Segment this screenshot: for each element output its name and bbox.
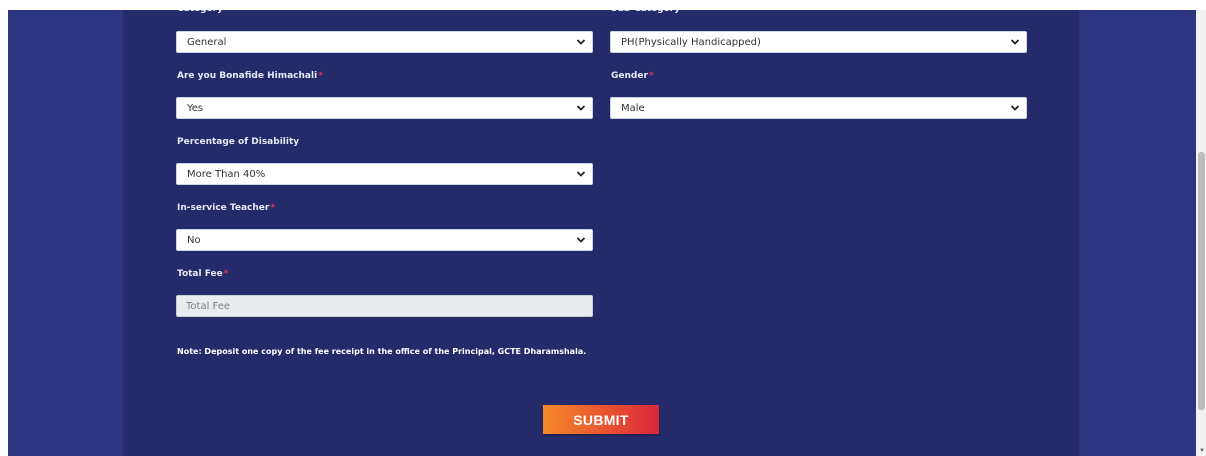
inservice-select[interactable]: No: [176, 229, 593, 251]
fee-note: Note: Deposit one copy of the fee receip…: [177, 347, 587, 356]
required-asterisk: *: [318, 71, 323, 81]
category-select[interactable]: General: [176, 31, 593, 53]
disability-label: Percentage of Disability: [177, 137, 299, 147]
disability-select[interactable]: More Than 40%: [176, 163, 593, 185]
gender-label-text: Gender: [611, 71, 648, 81]
top-viewport-edge: [0, 0, 1206, 10]
bonafide-label: Are you Bonafide Himachali*: [177, 71, 323, 81]
sub-category-select[interactable]: PH(Physically Handicapped): [610, 31, 1027, 53]
total-fee-label-text: Total Fee: [177, 269, 223, 279]
bonafide-select-value: Yes: [187, 103, 204, 114]
chevron-down-icon: [1010, 105, 1020, 111]
category-select-value: General: [187, 37, 227, 48]
required-asterisk: *: [648, 71, 654, 81]
required-asterisk: *: [270, 203, 276, 213]
gender-label: Gender*: [611, 71, 654, 81]
gender-select[interactable]: Male: [610, 97, 1027, 119]
sub-category-select-value: PH(Physically Handicapped): [621, 37, 761, 48]
scrollbar-thumb[interactable]: [1198, 152, 1205, 410]
chevron-down-icon: [576, 237, 586, 243]
disability-label-text: Percentage of Disability: [177, 137, 300, 147]
disability-select-value: More Than 40%: [187, 169, 266, 180]
chevron-down-icon: [576, 105, 586, 111]
bonafide-select[interactable]: Yes: [176, 97, 593, 119]
bonafide-label-text: Are you Bonafide Himachali: [177, 71, 318, 81]
chevron-down-icon: [1010, 39, 1020, 45]
total-fee-label: Total Fee*: [177, 269, 228, 279]
inservice-label-text: In-service Teacher: [177, 203, 270, 213]
total-fee-field[interactable]: [176, 295, 593, 317]
submit-button[interactable]: SUBMIT: [543, 405, 659, 434]
inservice-label: In-service Teacher*: [177, 203, 275, 213]
chevron-down-icon: [576, 171, 586, 177]
required-asterisk: *: [223, 269, 229, 279]
gender-select-value: Male: [621, 103, 645, 114]
chevron-down-icon: [576, 39, 586, 45]
total-fee-input[interactable]: [177, 296, 592, 317]
inservice-select-value: No: [187, 235, 201, 246]
scroll-down-arrow-icon[interactable]: ▼: [1199, 448, 1205, 454]
